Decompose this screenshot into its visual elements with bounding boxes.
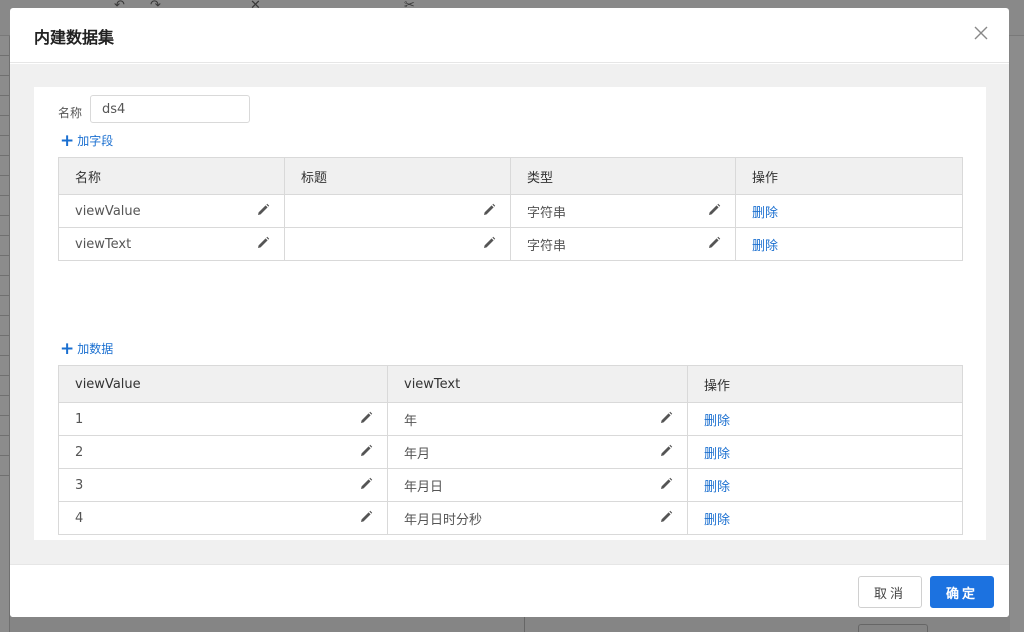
field-type-cell[interactable]: 字符串 xyxy=(510,227,736,261)
data-table: viewValue viewText 操作 1 年 删除 2 年月 删除 3 年… xyxy=(58,365,963,535)
view-text-cell[interactable]: 年月日时分秒 xyxy=(387,501,688,535)
edit-pencil-icon[interactable] xyxy=(359,411,373,425)
add-field-label: 加字段 xyxy=(77,134,114,148)
dialog-header: 内建数据集 xyxy=(10,8,1009,63)
cancel-button[interactable]: 取消 xyxy=(858,576,922,608)
view-value-cell[interactable]: 4 xyxy=(58,501,388,535)
edit-pencil-icon[interactable] xyxy=(256,236,270,250)
plus-icon: + xyxy=(60,338,75,359)
table-row: 3 年月日 删除 xyxy=(58,468,963,502)
data-action-cell: 删除 xyxy=(687,468,963,502)
field-type: 字符串 xyxy=(527,205,567,221)
delete-data-link[interactable]: 删除 xyxy=(704,447,730,462)
edit-pencil-icon[interactable] xyxy=(659,444,673,458)
view-value-cell[interactable]: 3 xyxy=(58,468,388,502)
view-value-cell[interactable]: 2 xyxy=(58,435,388,469)
close-icon[interactable] xyxy=(973,25,989,41)
dataset-dialog: 内建数据集 名称 + 加字段 名称 标题 类型 操 xyxy=(10,8,1009,617)
field-title-cell[interactable] xyxy=(284,194,511,228)
name-input[interactable] xyxy=(90,95,250,123)
fields-header-row: 名称 标题 类型 操作 xyxy=(58,157,963,195)
edit-pencil-icon[interactable] xyxy=(482,236,496,250)
edit-pencil-icon[interactable] xyxy=(256,203,270,217)
dataset-editor: 名称 + 加字段 名称 标题 类型 操作 view xyxy=(34,87,986,540)
add-field-button[interactable]: + 加字段 xyxy=(60,132,113,149)
data-header-row: viewValue viewText 操作 xyxy=(58,365,963,403)
delete-data-link[interactable]: 删除 xyxy=(704,480,730,495)
view-value: 4 xyxy=(75,510,84,526)
dialog-footer: 取消 确定 xyxy=(10,564,1009,617)
confirm-button[interactable]: 确定 xyxy=(930,576,994,608)
column-header: 操作 xyxy=(735,157,963,195)
delete-data-link[interactable]: 删除 xyxy=(704,513,730,528)
edit-pencil-icon[interactable] xyxy=(359,444,373,458)
data-action-cell: 删除 xyxy=(687,402,963,436)
table-row: viewValue 字符串 删除 xyxy=(58,194,963,228)
field-name: viewText xyxy=(75,236,132,252)
edit-pencil-icon[interactable] xyxy=(659,510,673,524)
table-row: 1 年 删除 xyxy=(58,402,963,436)
delete-field-link[interactable]: 删除 xyxy=(752,239,778,254)
view-text: 年 xyxy=(404,413,418,429)
field-type-cell[interactable]: 字符串 xyxy=(510,194,736,228)
add-data-label: 加数据 xyxy=(77,342,114,356)
data-action-cell: 删除 xyxy=(687,435,963,469)
field-action-cell: 删除 xyxy=(735,194,963,228)
view-text-cell[interactable]: 年 xyxy=(387,402,688,436)
edit-pencil-icon[interactable] xyxy=(707,203,721,217)
column-header: 名称 xyxy=(58,157,285,195)
field-type: 字符串 xyxy=(527,238,567,254)
fields-table: 名称 标题 类型 操作 viewValue 字符串 删除 viewText 字符… xyxy=(58,157,963,261)
column-header: 操作 xyxy=(687,365,963,403)
column-header: viewValue xyxy=(58,365,388,403)
edit-pencil-icon[interactable] xyxy=(482,203,496,217)
view-value: 3 xyxy=(75,477,84,493)
view-value: 2 xyxy=(75,444,84,460)
add-data-button[interactable]: + 加数据 xyxy=(60,340,113,357)
column-header: viewText xyxy=(387,365,688,403)
column-header: 类型 xyxy=(510,157,736,195)
table-row: 4 年月日时分秒 删除 xyxy=(58,501,963,535)
field-action-cell: 删除 xyxy=(735,227,963,261)
column-header: 标题 xyxy=(284,157,511,195)
view-text: 年月日 xyxy=(404,479,444,495)
field-title-cell[interactable] xyxy=(284,227,511,261)
field-name: viewValue xyxy=(75,203,141,219)
edit-pencil-icon[interactable] xyxy=(659,411,673,425)
dialog-title: 内建数据集 xyxy=(34,28,115,47)
view-text-cell[interactable]: 年月日 xyxy=(387,468,688,502)
table-row: viewText 字符串 删除 xyxy=(58,227,963,261)
data-action-cell: 删除 xyxy=(687,501,963,535)
field-name-cell[interactable]: viewText xyxy=(58,227,285,261)
name-label: 名称 xyxy=(58,106,83,120)
view-text-cell[interactable]: 年月 xyxy=(387,435,688,469)
view-value-cell[interactable]: 1 xyxy=(58,402,388,436)
dialog-body: 名称 + 加字段 名称 标题 类型 操作 view xyxy=(10,64,1009,564)
view-text: 年月 xyxy=(404,446,431,462)
table-row: 2 年月 删除 xyxy=(58,435,963,469)
delete-field-link[interactable]: 删除 xyxy=(752,206,778,221)
edit-pencil-icon[interactable] xyxy=(707,236,721,250)
edit-pencil-icon[interactable] xyxy=(359,477,373,491)
edit-pencil-icon[interactable] xyxy=(659,477,673,491)
edit-pencil-icon[interactable] xyxy=(359,510,373,524)
field-name-cell[interactable]: viewValue xyxy=(58,194,285,228)
delete-data-link[interactable]: 删除 xyxy=(704,414,730,429)
view-value: 1 xyxy=(75,411,84,427)
plus-icon: + xyxy=(60,130,75,151)
view-text: 年月日时分秒 xyxy=(404,512,483,528)
